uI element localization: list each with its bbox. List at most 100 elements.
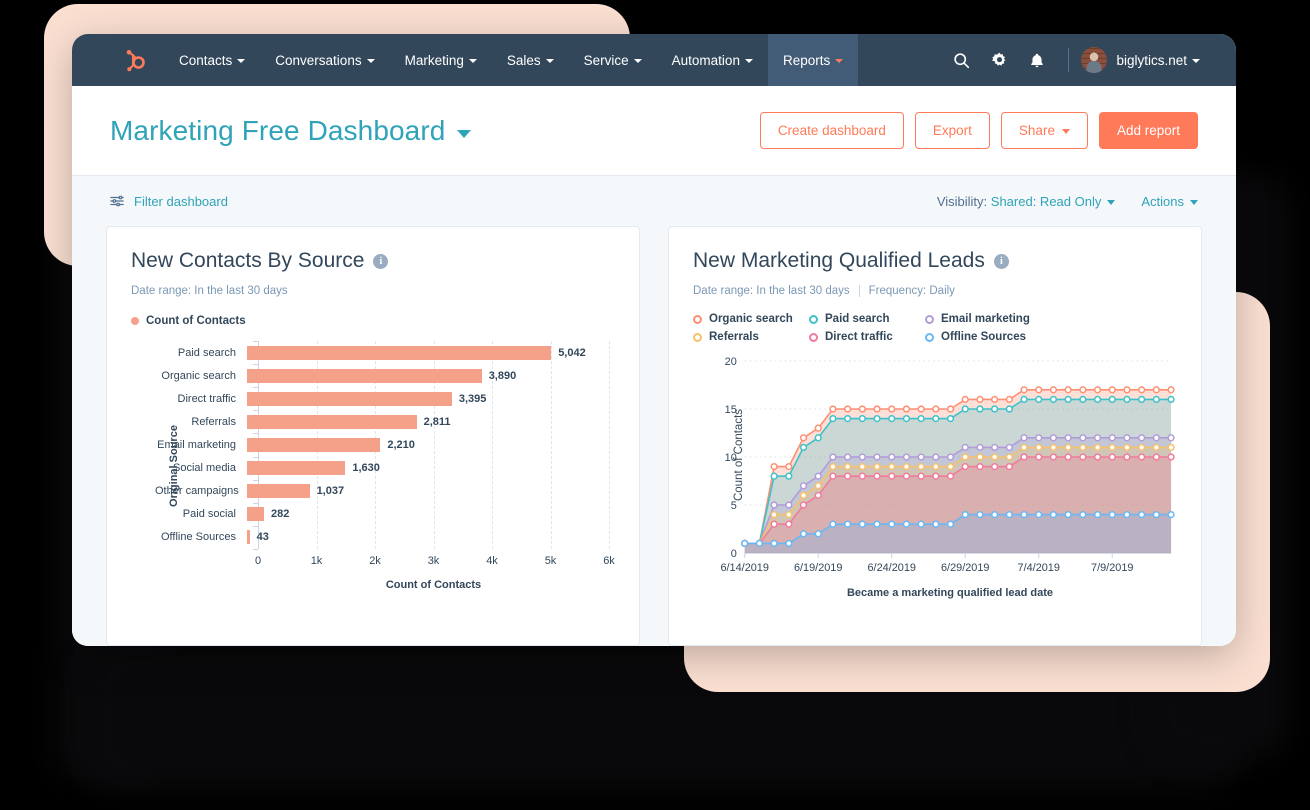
data-point[interactable] <box>771 502 777 508</box>
data-point[interactable] <box>1051 435 1057 441</box>
data-point[interactable] <box>1168 435 1174 441</box>
data-point[interactable] <box>1080 397 1086 403</box>
data-point[interactable] <box>1021 512 1027 518</box>
data-point[interactable] <box>992 464 998 470</box>
data-point[interactable] <box>1168 454 1174 460</box>
data-point[interactable] <box>830 473 836 479</box>
actions-menu[interactable]: Actions <box>1141 194 1198 209</box>
data-point[interactable] <box>1153 397 1159 403</box>
data-point[interactable] <box>874 454 880 460</box>
data-point[interactable] <box>904 416 910 422</box>
data-point[interactable] <box>904 521 910 527</box>
data-point[interactable] <box>1095 512 1101 518</box>
data-point[interactable] <box>1036 387 1042 393</box>
data-point[interactable] <box>1153 512 1159 518</box>
data-point[interactable] <box>918 521 924 527</box>
gear-icon[interactable] <box>980 34 1018 86</box>
data-point[interactable] <box>1139 512 1145 518</box>
data-point[interactable] <box>918 416 924 422</box>
data-point[interactable] <box>786 512 792 518</box>
data-point[interactable] <box>948 473 954 479</box>
bar-fill[interactable] <box>247 415 417 429</box>
data-point[interactable] <box>904 473 910 479</box>
data-point[interactable] <box>771 512 777 518</box>
data-point[interactable] <box>845 416 851 422</box>
share-button[interactable]: Share <box>1001 112 1088 149</box>
data-point[interactable] <box>889 464 895 470</box>
data-point[interactable] <box>1065 454 1071 460</box>
data-point[interactable] <box>948 454 954 460</box>
data-point[interactable] <box>801 493 807 499</box>
data-point[interactable] <box>1051 445 1057 451</box>
data-point[interactable] <box>889 521 895 527</box>
data-point[interactable] <box>977 445 983 451</box>
data-point[interactable] <box>933 473 939 479</box>
bar-fill[interactable] <box>247 346 551 360</box>
legend-item-direct-traffic[interactable]: Direct traffic <box>809 331 915 343</box>
data-point[interactable] <box>859 454 865 460</box>
data-point[interactable] <box>786 541 792 547</box>
data-point[interactable] <box>1124 512 1130 518</box>
data-point[interactable] <box>1109 397 1115 403</box>
data-point[interactable] <box>1095 387 1101 393</box>
data-point[interactable] <box>1139 397 1145 403</box>
data-point[interactable] <box>771 541 777 547</box>
data-point[interactable] <box>962 512 968 518</box>
data-point[interactable] <box>859 416 865 422</box>
data-point[interactable] <box>948 464 954 470</box>
nav-item-contacts[interactable]: Contacts <box>164 34 260 86</box>
dashboard-title-selector[interactable]: Marketing Free Dashboard <box>110 115 471 147</box>
data-point[interactable] <box>815 425 821 431</box>
data-point[interactable] <box>889 454 895 460</box>
data-point[interactable] <box>933 464 939 470</box>
data-point[interactable] <box>1021 454 1027 460</box>
data-point[interactable] <box>948 406 954 412</box>
data-point[interactable] <box>1153 454 1159 460</box>
data-point[interactable] <box>1051 512 1057 518</box>
data-point[interactable] <box>1080 387 1086 393</box>
data-point[interactable] <box>1080 445 1086 451</box>
data-point[interactable] <box>977 406 983 412</box>
data-point[interactable] <box>904 454 910 460</box>
data-point[interactable] <box>1006 397 1012 403</box>
data-point[interactable] <box>962 397 968 403</box>
data-point[interactable] <box>1021 435 1027 441</box>
bar-fill[interactable] <box>247 530 250 544</box>
data-point[interactable] <box>845 521 851 527</box>
add-report-button[interactable]: Add report <box>1099 112 1198 149</box>
data-point[interactable] <box>1168 512 1174 518</box>
data-point[interactable] <box>845 473 851 479</box>
data-point[interactable] <box>771 473 777 479</box>
data-point[interactable] <box>1006 454 1012 460</box>
data-point[interactable] <box>742 541 748 547</box>
data-point[interactable] <box>1036 397 1042 403</box>
legend-item-email-marketing[interactable]: Email marketing <box>925 313 1177 325</box>
data-point[interactable] <box>801 531 807 537</box>
data-point[interactable] <box>904 406 910 412</box>
data-point[interactable] <box>1080 512 1086 518</box>
data-point[interactable] <box>1006 445 1012 451</box>
data-point[interactable] <box>992 445 998 451</box>
data-point[interactable] <box>1051 387 1057 393</box>
data-point[interactable] <box>830 454 836 460</box>
data-point[interactable] <box>1051 397 1057 403</box>
data-point[interactable] <box>1080 454 1086 460</box>
data-point[interactable] <box>1021 397 1027 403</box>
data-point[interactable] <box>1065 435 1071 441</box>
data-point[interactable] <box>1168 397 1174 403</box>
data-point[interactable] <box>918 454 924 460</box>
data-point[interactable] <box>801 435 807 441</box>
data-point[interactable] <box>1124 387 1130 393</box>
data-point[interactable] <box>1006 406 1012 412</box>
data-point[interactable] <box>933 416 939 422</box>
data-point[interactable] <box>1124 445 1130 451</box>
data-point[interactable] <box>874 473 880 479</box>
legend-item-referrals[interactable]: Referrals <box>693 331 799 343</box>
data-point[interactable] <box>1139 445 1145 451</box>
data-point[interactable] <box>933 406 939 412</box>
account-menu[interactable]: biglytics.net <box>1116 53 1200 68</box>
data-point[interactable] <box>830 521 836 527</box>
hubspot-logo[interactable] <box>72 34 164 86</box>
data-point[interactable] <box>1168 387 1174 393</box>
data-point[interactable] <box>992 512 998 518</box>
